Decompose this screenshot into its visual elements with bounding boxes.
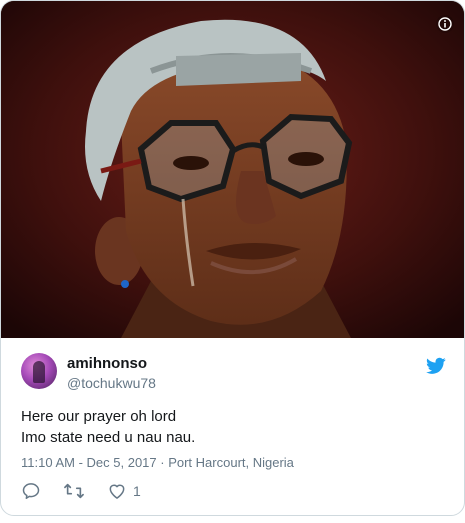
author-name[interactable]: amihnonso (67, 355, 147, 372)
author-handle[interactable]: @tochukwu78 (67, 375, 156, 391)
reply-icon (22, 483, 40, 499)
heart-icon (109, 484, 125, 499)
reply-button[interactable] (21, 480, 41, 502)
tweet-text-line: Here our prayer oh lord (21, 408, 177, 425)
tweet-card: amihnonso @tochukwu78 Here our prayer oh… (0, 0, 465, 516)
like-button[interactable]: 1 (107, 480, 141, 502)
tweet-location[interactable]: Port Harcourt, Nigeria (168, 455, 294, 470)
like-count: 1 (133, 483, 141, 499)
tweet-text-line: Imo state need u nau nau. (21, 429, 196, 446)
meta-separator: - (74, 455, 87, 470)
retweet-button[interactable] (63, 480, 85, 502)
tweet-time[interactable]: 11:10 AM (21, 455, 75, 470)
retweet-icon (64, 483, 84, 499)
tweet-header: amihnonso @tochukwu78 (21, 353, 446, 393)
tweet-text: Here our prayer oh lord Imo state need u… (21, 406, 441, 448)
info-icon[interactable] (436, 15, 454, 33)
tweet-meta: 11:10 AM - Dec 5, 2017 · Port Harcourt, … (21, 455, 294, 470)
avatar[interactable] (21, 353, 57, 389)
photo-illustration (1, 1, 464, 338)
tweet-photo[interactable] (1, 1, 464, 338)
twitter-bird-icon[interactable] (426, 357, 446, 375)
tweet-date[interactable]: Dec 5, 2017 (87, 455, 157, 470)
meta-separator: · (156, 455, 169, 470)
tweet-actions: 1 (21, 480, 221, 502)
